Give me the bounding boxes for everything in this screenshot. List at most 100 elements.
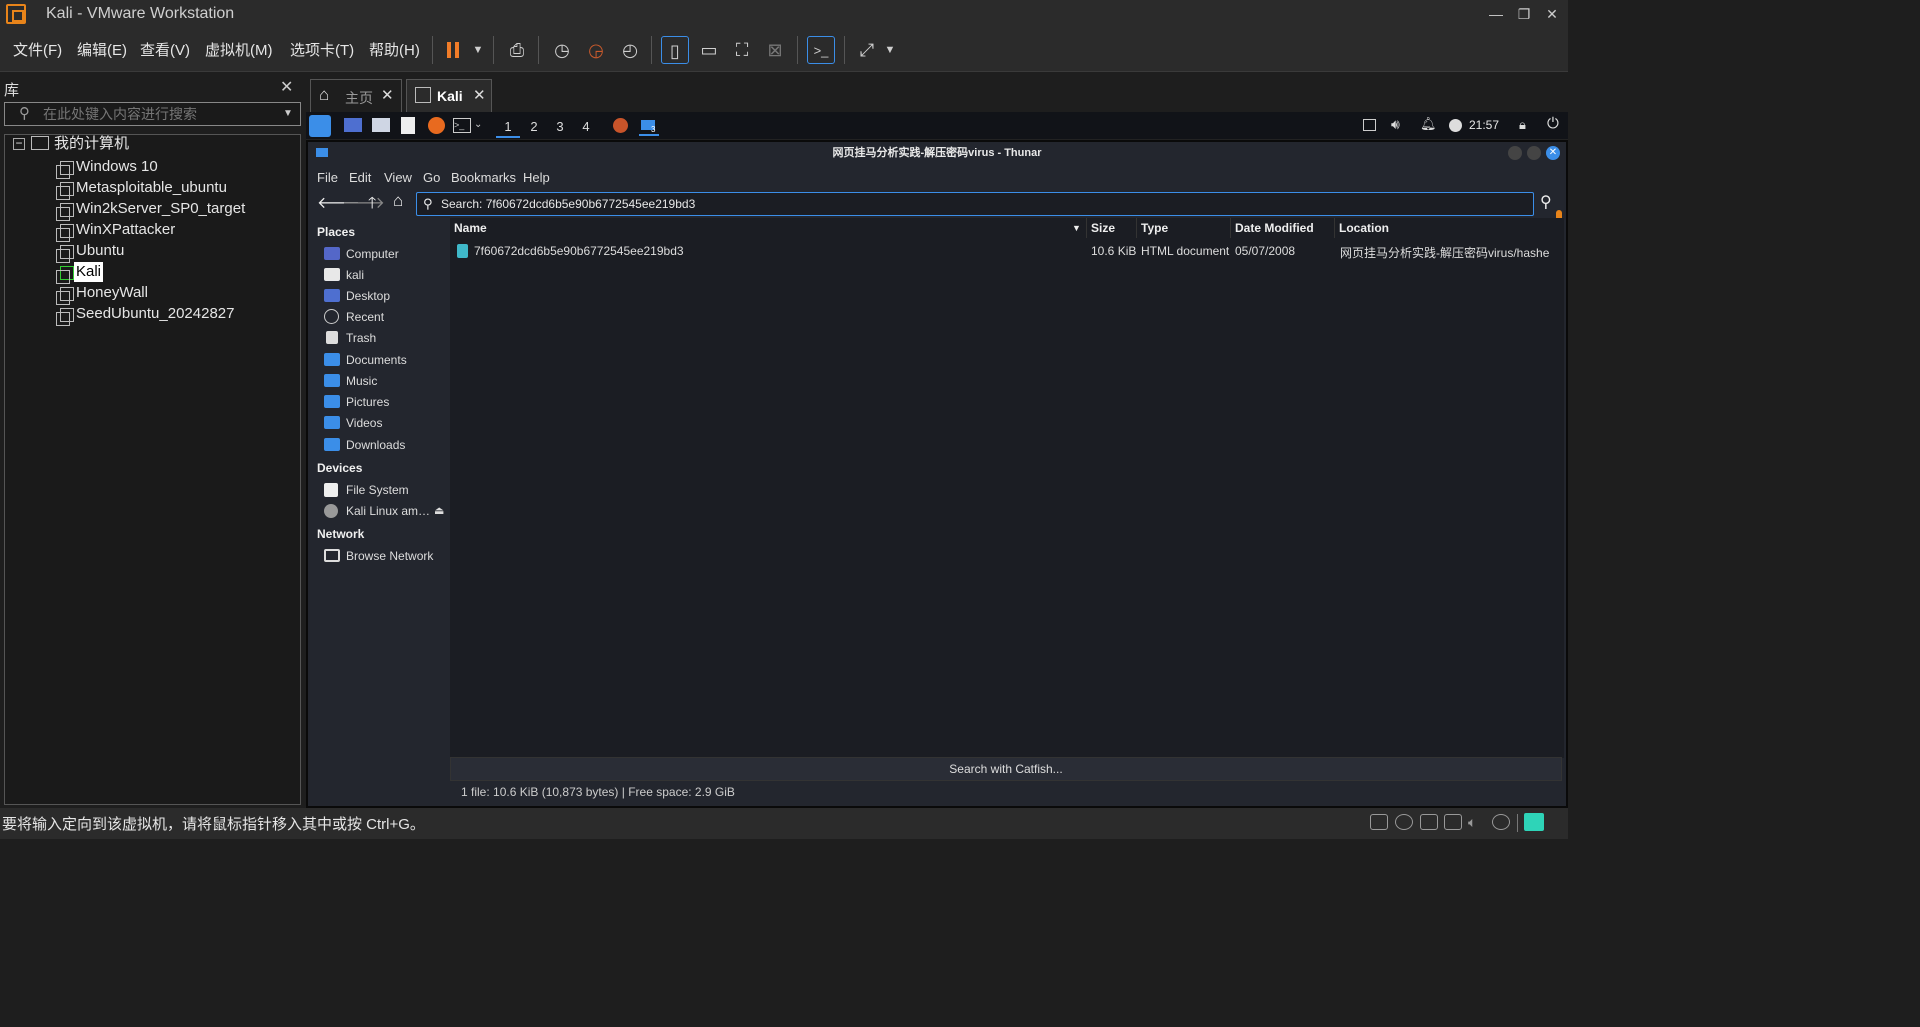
minimize-button[interactable]: — <box>1486 4 1506 24</box>
workspace-1[interactable]: 1 <box>496 116 520 138</box>
menu-file[interactable]: 文件(F) <box>13 39 62 60</box>
search-icon: ⚲ <box>423 196 433 211</box>
firefox-icon[interactable] <box>428 117 445 134</box>
send-ctrl-alt-del-icon[interactable]: ⎙ <box>503 36 531 64</box>
music-folder-icon <box>324 374 340 387</box>
snapshot-icon[interactable]: ◷ <box>548 36 576 64</box>
tab-kali[interactable]: Kali ✕ <box>406 79 492 112</box>
show-desktop-icon[interactable] <box>344 118 362 132</box>
workspace-2[interactable]: 2 <box>522 116 546 138</box>
search-query-input[interactable] <box>441 196 1521 212</box>
home-icon: ⌂ <box>319 85 330 104</box>
thunar-window-button[interactable]: 3 <box>639 116 659 136</box>
thunar-menu-edit[interactable]: Edit <box>349 170 371 185</box>
usb-device-icon[interactable] <box>1492 814 1510 830</box>
unity-icon[interactable]: ⊠ <box>761 36 789 64</box>
show-library-icon[interactable]: ▯ <box>661 36 689 64</box>
tree-item-winxpattacker[interactable]: WinXPattacker <box>76 220 175 240</box>
toolbar-divider <box>493 36 494 64</box>
logout-icon[interactable]: ⏻ <box>1547 115 1559 132</box>
location-bar[interactable]: ⚲ <box>416 192 1534 216</box>
tab-home[interactable]: ⌂ 主页 ✕ <box>310 79 402 112</box>
terminal-icon[interactable]: >_ <box>453 118 471 133</box>
close-tab-icon[interactable]: ✕ <box>381 86 394 104</box>
column-header-date-modified[interactable]: Date Modified <box>1231 218 1335 238</box>
tree-item-win2kserver[interactable]: Win2kServer_SP0_target <box>76 199 245 219</box>
parent-folder-icon[interactable]: 🡑 <box>368 192 376 219</box>
column-header-location[interactable]: Location <box>1335 218 1564 238</box>
power-dropdown-icon[interactable]: ▼ <box>464 36 492 64</box>
column-header-size[interactable]: Size <box>1087 218 1137 238</box>
toggle-search-icon[interactable]: ⚲ <box>1540 192 1552 212</box>
text-editor-icon[interactable] <box>401 117 415 134</box>
firefox-window-icon[interactable] <box>613 118 628 133</box>
panel-clock[interactable]: 21:57 <box>1469 118 1499 132</box>
vm-icon <box>56 308 74 326</box>
tree-item-honeywall[interactable]: HoneyWall <box>76 283 148 303</box>
library-search-box[interactable]: ⚲ ▼ <box>4 102 301 126</box>
revert-snapshot-icon[interactable]: ◶ <box>582 36 610 64</box>
menu-vm[interactable]: 虚拟机(M) <box>205 39 273 60</box>
kali-menu-icon[interactable] <box>309 115 331 137</box>
forward-arrow-icon[interactable]: 🡒 <box>342 192 385 213</box>
column-header-name[interactable]: Name ▼ <box>450 218 1087 238</box>
home-folder-icon[interactable]: ⌂ <box>393 191 403 211</box>
tree-item-windows-10[interactable]: Windows 10 <box>76 157 158 177</box>
network-adapter-icon[interactable] <box>1420 814 1438 830</box>
thunar-maximize-button[interactable] <box>1527 146 1541 160</box>
tree-item-metasploitable[interactable]: Metasploitable_ubuntu <box>76 178 227 198</box>
power-manager-icon[interactable] <box>1449 119 1462 132</box>
file-location: 网页挂马分析实践-解压密码virus/hashe <box>1340 246 1550 260</box>
workspace-3[interactable]: 3 <box>548 116 572 138</box>
search-dropdown-icon[interactable]: ▼ <box>283 108 293 119</box>
console-view-icon[interactable]: >_ <box>807 36 835 64</box>
search-with-catfish-button[interactable]: Search with Catfish... <box>450 757 1562 781</box>
hard-disk-icon[interactable] <box>1370 814 1388 830</box>
cd-dvd-icon[interactable] <box>1395 814 1413 830</box>
library-search-input[interactable] <box>43 105 273 123</box>
sound-icon[interactable]: 🔈︎ <box>1468 814 1486 830</box>
stretch-dropdown-icon[interactable]: ▼ <box>876 36 904 64</box>
vm-running-icon <box>56 266 74 284</box>
volume-icon[interactable]: 🔊︎ <box>1391 116 1400 133</box>
lock-screen-icon[interactable]: 🔒︎ <box>1519 117 1526 133</box>
file-manager-icon[interactable] <box>372 118 390 132</box>
workspace-4[interactable]: 4 <box>574 116 598 138</box>
thunar-menu-view[interactable]: View <box>384 170 412 185</box>
restore-button[interactable]: ❐ <box>1514 4 1534 24</box>
thunar-menu-help[interactable]: Help <box>523 170 550 185</box>
terminal-dropdown-icon[interactable]: ⌄ <box>474 119 482 130</box>
menu-edit[interactable]: 编辑(E) <box>77 39 127 60</box>
message-log-icon[interactable] <box>1524 813 1544 831</box>
html-document-icon <box>457 244 468 258</box>
optical-disc-icon <box>324 504 338 518</box>
network-icon <box>324 549 340 562</box>
column-header-type[interactable]: Type <box>1137 218 1231 238</box>
printer-icon[interactable] <box>1444 814 1462 830</box>
menu-tabs[interactable]: 选项卡(T) <box>290 39 354 60</box>
fullscreen-icon[interactable]: ⛶ <box>728 36 756 64</box>
tree-collapse-icon[interactable]: − <box>13 137 25 150</box>
thunar-minimize-button[interactable] <box>1508 146 1522 160</box>
display-icon[interactable] <box>1363 119 1376 131</box>
thunar-menu-go[interactable]: Go <box>423 170 440 185</box>
snapshot-manager-icon[interactable]: ◴ <box>616 36 644 64</box>
thumbnail-bar-icon[interactable]: ▭ <box>695 36 723 64</box>
close-window-button[interactable]: ✕ <box>1542 4 1562 24</box>
tree-root-my-computer[interactable]: 我的计算机 <box>54 134 129 154</box>
tree-item-kali[interactable]: Kali <box>74 262 104 282</box>
thunar-menu-bookmarks[interactable]: Bookmarks <box>451 170 516 185</box>
tree-item-seedubuntu[interactable]: SeedUbuntu_20242827 <box>76 304 234 324</box>
library-close-icon[interactable]: ✕ <box>280 77 293 97</box>
thunar-menu-file[interactable]: File <box>317 170 338 185</box>
file-list-view[interactable]: Name ▼ Size Type Date Modified Location 7… <box>450 218 1564 758</box>
tree-item-ubuntu[interactable]: Ubuntu <box>76 241 124 261</box>
close-tab-icon[interactable]: ✕ <box>473 86 486 104</box>
thunar-close-button[interactable]: ✕ <box>1546 146 1560 160</box>
notification-bell-icon[interactable]: 🔔︎ <box>1420 116 1437 132</box>
menu-view[interactable]: 查看(V) <box>140 39 190 60</box>
menu-help[interactable]: 帮助(H) <box>369 39 420 60</box>
computer-icon <box>324 247 340 260</box>
thunar-status-bar: 1 file: 10.6 KiB (10,873 bytes) | Free s… <box>461 785 735 799</box>
eject-icon[interactable]: ⏏ <box>434 501 444 521</box>
